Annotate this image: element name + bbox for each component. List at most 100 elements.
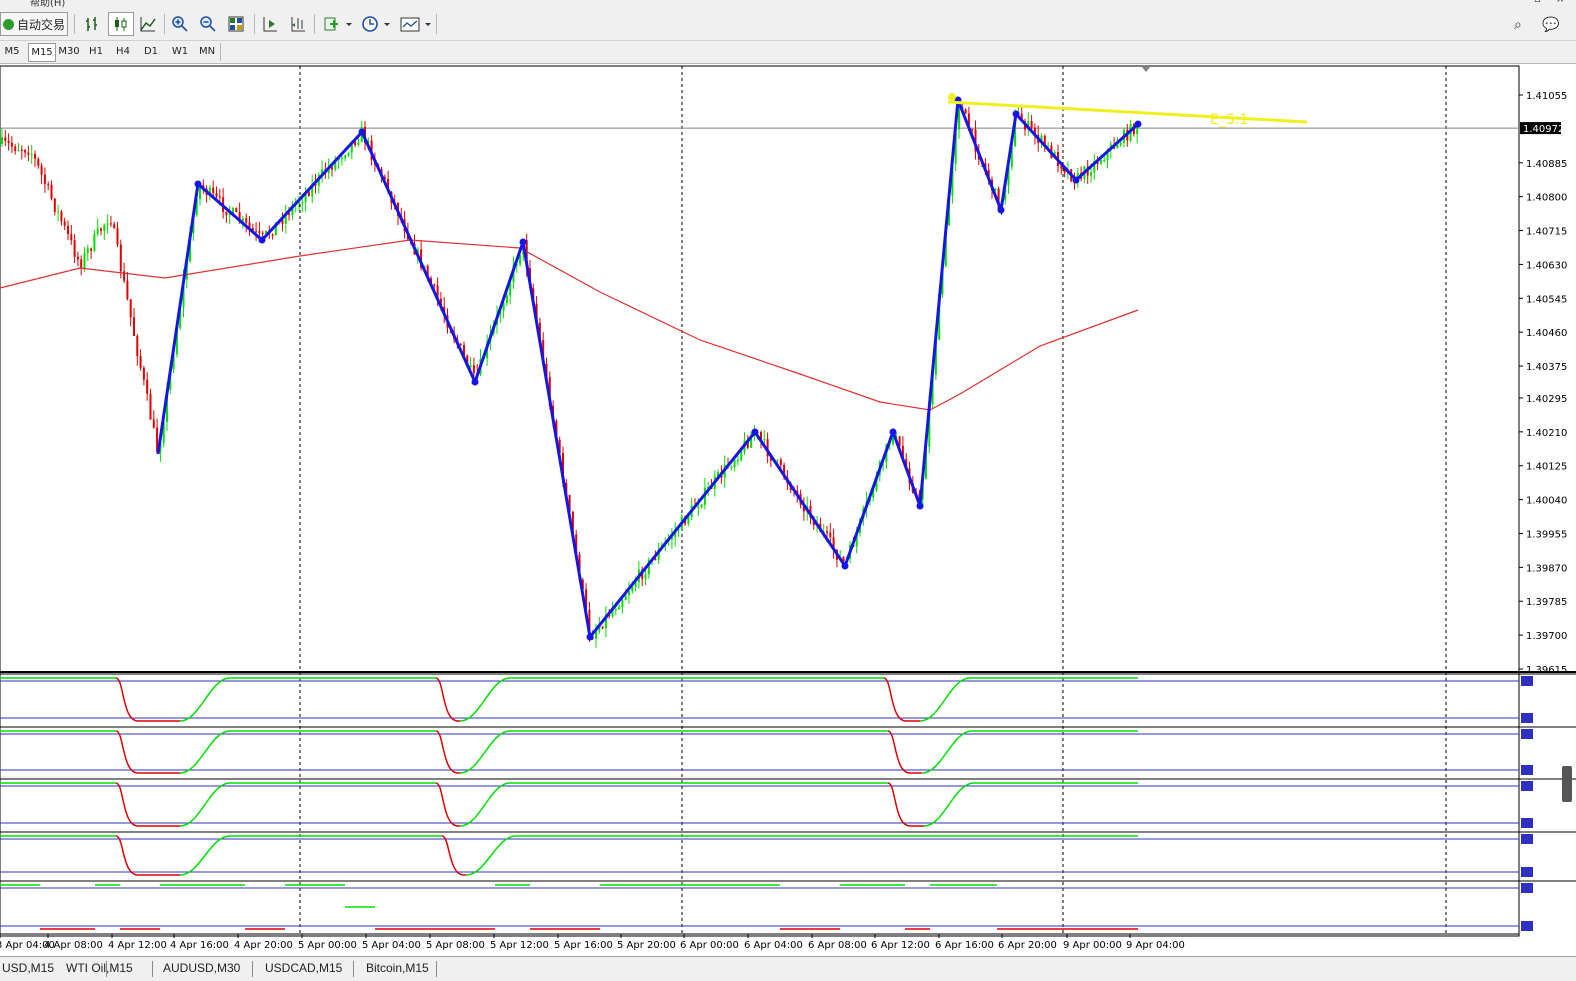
chart-tab[interactable]: AUDUSD,M30 <box>163 961 240 975</box>
minimize-icon[interactable]: ‒ <box>1512 0 1518 5</box>
chart-tab[interactable]: Bitcoin,M15 <box>366 961 429 975</box>
indicator-line-rise <box>179 730 231 774</box>
timeframe-m5[interactable]: M5 <box>0 43 24 60</box>
indicator-line-fall <box>887 730 911 774</box>
chart-tab[interactable]: USDCAD,M15 <box>265 961 342 975</box>
timeframe-d1[interactable]: D1 <box>141 43 161 60</box>
indicator-line-rise <box>179 835 231 876</box>
chart-area[interactable]: 1.41055 1.40885 1.40800 1.40715 1.40630 1.405… <box>0 64 1576 956</box>
candle-body <box>829 532 832 538</box>
line-chart-icon <box>140 17 156 32</box>
indicator-line-rise <box>459 677 511 722</box>
candle-body <box>255 230 258 232</box>
chat-icon[interactable]: 💬 <box>1542 17 1559 33</box>
candle-body <box>30 153 33 155</box>
chart-tab[interactable]: WTI Oil,M15 <box>66 961 133 975</box>
candle-body <box>235 208 238 213</box>
timeframe-m15[interactable]: M15 <box>28 43 56 62</box>
candle-body <box>654 558 657 560</box>
timeframe-h1[interactable]: H1 <box>86 43 106 60</box>
zoom-in-button[interactable] <box>168 12 192 36</box>
candle-body <box>4 137 7 141</box>
candle-body <box>892 438 894 444</box>
indicator-line-fall <box>883 677 907 722</box>
menu-bar: 帮助(H) ‒ ▫ × <box>0 0 1576 8</box>
candle-body <box>344 155 347 159</box>
menu-help[interactable]: 帮助(H) <box>30 0 65 8</box>
candle-body <box>93 234 96 251</box>
templates-button[interactable] <box>398 12 434 36</box>
close-icon[interactable]: × <box>1556 0 1564 5</box>
toolbar-separator <box>220 43 221 61</box>
candle-body <box>57 211 60 213</box>
tile-windows-button[interactable] <box>224 12 248 36</box>
autotrade-icon <box>2 18 14 30</box>
chart-tabs: USD,M15 WTI Oil,M15 AUDUSD,M30 USDCAD,M15 Bi… <box>0 956 1576 981</box>
indicator-level-marker <box>1521 834 1533 844</box>
time-label: 6 Apr 16:00 <box>935 940 994 951</box>
candle-body <box>116 228 119 245</box>
candle-body <box>14 146 17 151</box>
candle-body <box>459 343 462 346</box>
price-chart[interactable]: 1.41055 1.40885 1.40800 1.40715 1.40630 1.405… <box>0 64 1576 956</box>
candle-body <box>307 192 310 196</box>
zigzag-arrow-head <box>258 236 266 244</box>
candle-body <box>152 419 155 428</box>
restore-icon[interactable]: ▫ <box>1534 0 1541 5</box>
autoscroll-button[interactable] <box>286 12 310 36</box>
candle-body <box>776 459 779 461</box>
candle-body <box>60 211 63 222</box>
bar-chart-button[interactable] <box>80 12 104 36</box>
zigzag-arrow-head <box>751 428 759 436</box>
indicator-line-rise <box>919 677 971 722</box>
indicators-button[interactable] <box>320 12 356 36</box>
indicator-level-marker <box>1521 883 1533 893</box>
indicator-line-rise <box>923 782 975 827</box>
candle-body <box>67 225 69 235</box>
candle-body <box>53 198 56 212</box>
zigzag-arrow-head <box>916 502 924 510</box>
candle-body <box>100 228 102 231</box>
candle-body <box>103 224 106 231</box>
indicator-line-fall <box>435 677 459 722</box>
price-label: 1.40375 <box>1526 362 1567 373</box>
chart-shift-icon <box>263 17 277 32</box>
chart-shift-marker <box>1142 67 1150 72</box>
indicator-level-marker <box>1521 818 1533 828</box>
price-label: 1.40800 <box>1526 193 1567 204</box>
chart-tab[interactable]: USD,M15 <box>2 961 54 975</box>
candle-body <box>136 335 139 357</box>
candle-body <box>90 248 93 251</box>
timeframe-h4[interactable]: H4 <box>113 43 133 60</box>
zoom-out-button[interactable] <box>196 12 220 36</box>
indicator-line-fall <box>887 782 911 827</box>
timeframe-w1[interactable]: W1 <box>169 43 191 60</box>
timeframe-mn[interactable]: MN <box>196 43 218 60</box>
periods-button[interactable] <box>360 12 394 36</box>
line-chart-button[interactable] <box>136 12 160 36</box>
time-label: 9 Apr 00:00 <box>1063 940 1122 951</box>
candle-body <box>27 152 30 155</box>
price-label: 1.40040 <box>1526 496 1567 507</box>
indicator-level-marker <box>1521 729 1533 739</box>
indicator-line-fall <box>115 782 139 827</box>
time-label: 9 Apr 04:00 <box>1126 940 1185 951</box>
main-toolbar: 自动交易 ⌕ 💬 <box>0 8 1576 41</box>
zigzag-arrow-head <box>586 633 594 641</box>
toolbar-separator <box>254 14 255 34</box>
search-icon[interactable]: ⌕ <box>1514 17 1522 33</box>
chart-shift-button[interactable] <box>258 12 282 36</box>
candle-body <box>215 193 218 197</box>
candlestick-button[interactable] <box>108 12 134 36</box>
timeframe-m30[interactable]: M30 <box>56 43 82 60</box>
candle-body <box>601 626 604 629</box>
candle-body <box>433 284 436 286</box>
toolbar-separator <box>74 14 75 34</box>
autotrade-button[interactable]: 自动交易 <box>0 12 68 36</box>
candle-body <box>212 187 215 194</box>
candle-body <box>357 142 360 146</box>
time-label: 6 Apr 08:00 <box>808 940 867 951</box>
candle-body <box>1 137 3 144</box>
candle-body <box>73 240 76 257</box>
candle-body <box>218 196 221 198</box>
